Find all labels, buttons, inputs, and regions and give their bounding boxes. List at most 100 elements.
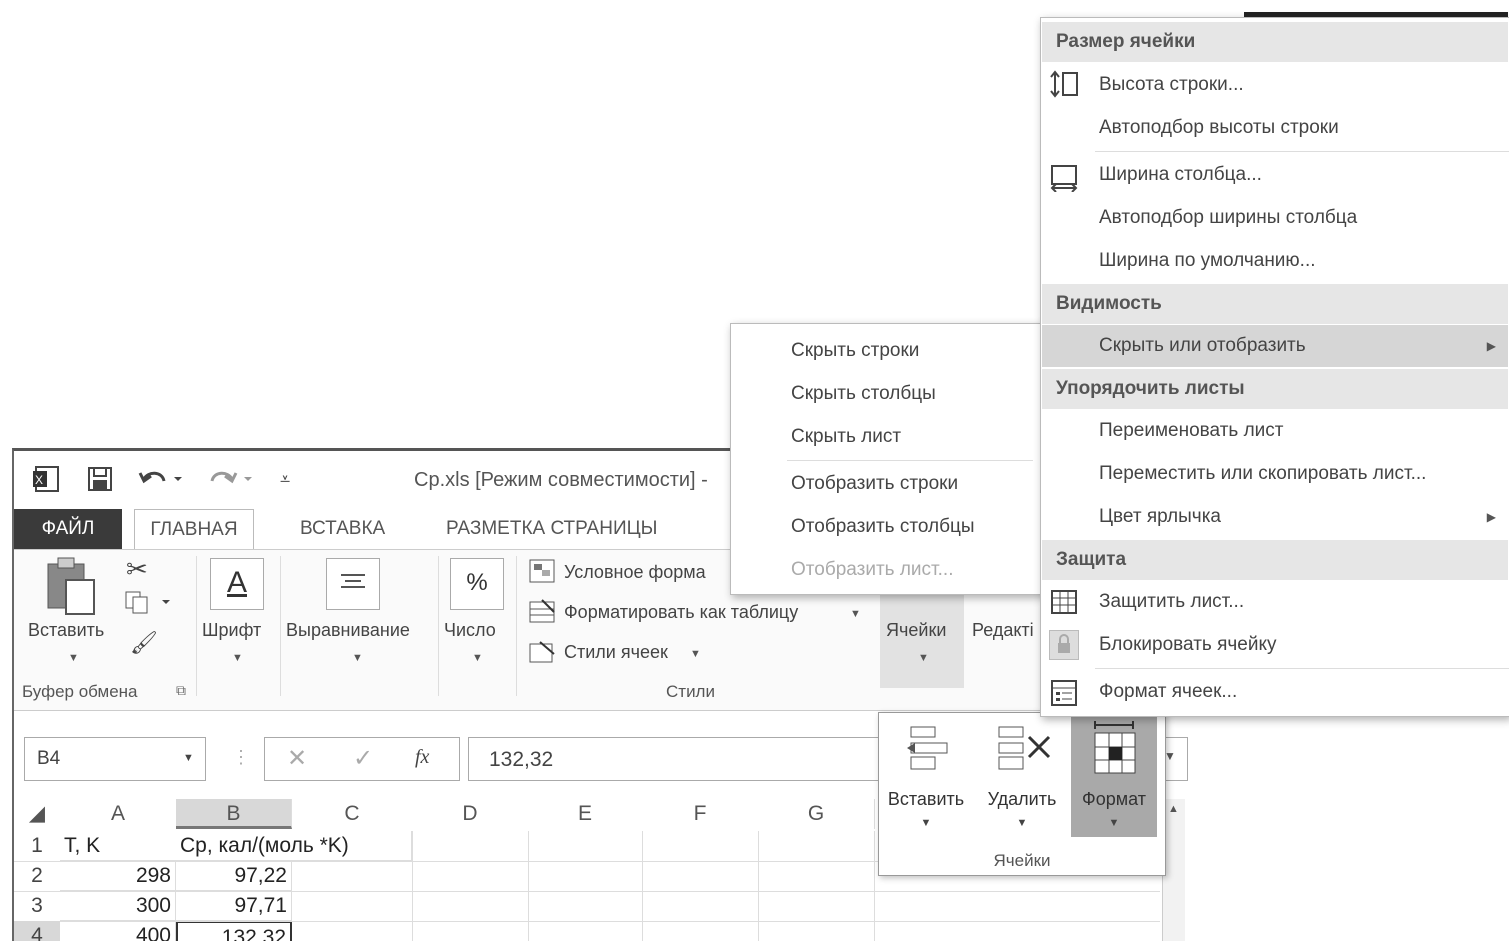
menu-item-lock-cell[interactable]: Блокировать ячейку (1099, 624, 1277, 666)
cancel-icon[interactable]: ✕ (287, 744, 307, 773)
cells-dropdown-icon[interactable]: ▼ (918, 652, 929, 664)
paste-button[interactable]: Вставить (28, 620, 104, 641)
cell-b3[interactable]: 97,71 (176, 891, 292, 921)
tab-page-layout[interactable]: РАЗМЕТКА СТРАНИЦЫ (438, 509, 666, 549)
styles-group-label: Стили (666, 682, 715, 701)
cell-styles-dropdown-icon[interactable]: ▼ (690, 648, 701, 660)
section-cell-size: Размер ячейки (1042, 22, 1508, 62)
enter-icon[interactable]: ✓ (353, 744, 373, 773)
tab-file[interactable]: ФАЙЛ (14, 509, 122, 549)
menu-item-autofit-column-width[interactable]: Автоподбор ширины столбца (1099, 197, 1357, 239)
menu-item-rename-sheet[interactable]: Переименовать лист (1099, 410, 1283, 452)
copy-icon[interactable] (124, 590, 174, 621)
percent-icon[interactable]: % (450, 558, 504, 610)
format-cells-button[interactable]: Формат ▼ (1071, 713, 1157, 837)
row-header-3[interactable]: 3 (14, 891, 60, 922)
tab-insert[interactable]: ВСТАВКА (292, 509, 393, 549)
number-button[interactable]: Число (444, 620, 496, 641)
row-header-4[interactable]: 4 (14, 921, 60, 941)
cell-b4[interactable]: 132,32 (176, 921, 292, 941)
formula-value: 132,32 (489, 748, 554, 771)
menu-item-hide-columns[interactable]: Скрыть столбцы (791, 373, 936, 415)
menu-item-default-width[interactable]: Ширина по умолчанию... (1099, 240, 1316, 282)
alignment-button[interactable]: Выравнивание (286, 620, 410, 641)
cells-flyout: Вставить ▼ Удалить ▼ Формат ▼ Ячейки (878, 712, 1166, 876)
menu-item-format-cells[interactable]: Формат ячеек... (1099, 671, 1237, 713)
background-window-edge (1244, 12, 1508, 17)
font-dropdown-icon[interactable]: ▼ (232, 652, 243, 664)
menu-item-unhide-sheet: Отобразить лист... (791, 559, 954, 580)
tab-color-label: Цвет ярлычка (1099, 506, 1221, 527)
format-dropdown-icon[interactable]: ▼ (1071, 817, 1157, 829)
menu-item-hide-rows[interactable]: Скрыть строки (791, 330, 919, 372)
column-header-g[interactable]: G (758, 799, 875, 829)
insert-cells-button[interactable]: Вставить ▼ (883, 713, 969, 837)
column-header-d[interactable]: D (412, 799, 529, 829)
format-as-table-dropdown-icon[interactable]: ▼ (850, 608, 861, 620)
font-button[interactable]: Шрифт (202, 620, 261, 641)
format-menu: Размер ячейки Высота строки... Автоподбо… (1040, 17, 1509, 717)
cell-b1[interactable]: Cp, кал/(моль *K) (176, 831, 412, 861)
name-box-dropdown-icon[interactable]: ▼ (183, 752, 194, 764)
cell-a4[interactable]: 400 (60, 921, 176, 941)
row-header-1[interactable]: 1 (14, 831, 60, 862)
insert-dropdown-icon[interactable]: ▼ (883, 817, 969, 829)
editing-button[interactable]: Редакті (972, 620, 1034, 641)
redo-icon[interactable] (208, 465, 254, 500)
menu-item-hide-unhide[interactable]: Скрыть или отобразить ▶ (1042, 325, 1508, 367)
select-all-corner[interactable]: ◢ (14, 799, 61, 829)
insert-function-icon[interactable]: fx (415, 746, 429, 769)
conditional-format-button[interactable]: Условное форма (564, 562, 706, 583)
customize-qat-icon[interactable]: ⩡ (280, 469, 290, 490)
delete-dropdown-icon[interactable]: ▼ (979, 817, 1065, 829)
cells-button[interactable]: Ячейки (886, 620, 946, 641)
menu-item-protect-sheet[interactable]: Защитить лист... (1099, 581, 1244, 623)
menu-item-tab-color[interactable]: Цвет ярлычка ▶ (1042, 496, 1508, 538)
undo-icon[interactable] (138, 465, 184, 500)
save-icon[interactable] (86, 465, 114, 500)
cell-a1[interactable]: T, K (60, 831, 176, 861)
cut-icon[interactable]: ✂ (126, 554, 148, 585)
column-header-b[interactable]: B (176, 799, 292, 829)
cell-a3[interactable]: 300 (60, 891, 176, 921)
scroll-up-icon[interactable]: ▲ (1168, 803, 1179, 815)
paste-dropdown-icon[interactable]: ▼ (68, 652, 79, 664)
alignment-dropdown-icon[interactable]: ▼ (352, 652, 363, 664)
clipboard-group-label: Буфер обмена (22, 682, 138, 701)
formula-buttons: ✕ ✓ fx (264, 737, 460, 781)
column-header-f[interactable]: F (642, 799, 759, 829)
menu-separator (787, 460, 1033, 461)
menu-item-unhide-columns[interactable]: Отобразить столбцы (791, 506, 975, 548)
name-box[interactable]: B4 ▼ (24, 737, 206, 781)
menu-item-column-width[interactable]: Ширина столбца... (1099, 154, 1262, 196)
number-dropdown-icon[interactable]: ▼ (472, 652, 483, 664)
insert-cells-label: Вставить (887, 789, 965, 809)
cell-styles-button[interactable]: Стили ячеек (564, 642, 668, 663)
hide-unhide-submenu: Скрыть строки Скрыть столбцы Скрыть лист… (730, 323, 1044, 595)
column-header-e[interactable]: E (528, 799, 643, 829)
menu-item-move-copy-sheet[interactable]: Переместить или скопировать лист... (1099, 453, 1426, 495)
format-painter-icon[interactable]: 🖌 (130, 630, 158, 656)
clipboard-launcher-icon[interactable]: ⧉ (176, 682, 186, 699)
menu-separator (1095, 151, 1509, 152)
column-header-c[interactable]: C (292, 799, 413, 829)
conditional-format-icon (528, 558, 558, 591)
column-header-a[interactable]: A (60, 799, 177, 829)
paste-icon[interactable] (42, 556, 100, 621)
format-as-table-button[interactable]: Форматировать как таблицу (564, 602, 798, 623)
menu-item-autofit-row-height[interactable]: Автоподбор высоты строки (1099, 107, 1339, 149)
protect-sheet-icon (1049, 588, 1079, 618)
section-organize-sheets: Упорядочить листы (1042, 369, 1508, 409)
cell-b2[interactable]: 97,22 (176, 861, 292, 891)
menu-item-row-height[interactable]: Высота строки... (1099, 64, 1244, 106)
row-header-2[interactable]: 2 (14, 861, 60, 892)
font-icon[interactable]: A (210, 558, 264, 610)
format-cells-menu-icon (1049, 678, 1079, 708)
cell-a2[interactable]: 298 (60, 861, 176, 891)
menu-item-unhide-rows[interactable]: Отобразить строки (791, 463, 958, 505)
submenu-arrow-icon: ▶ (1486, 510, 1496, 524)
alignment-icon[interactable] (326, 558, 380, 610)
tab-home[interactable]: ГЛАВНАЯ (134, 509, 254, 550)
delete-cells-button[interactable]: Удалить ▼ (979, 713, 1065, 837)
menu-item-hide-sheet[interactable]: Скрыть лист (791, 416, 901, 458)
